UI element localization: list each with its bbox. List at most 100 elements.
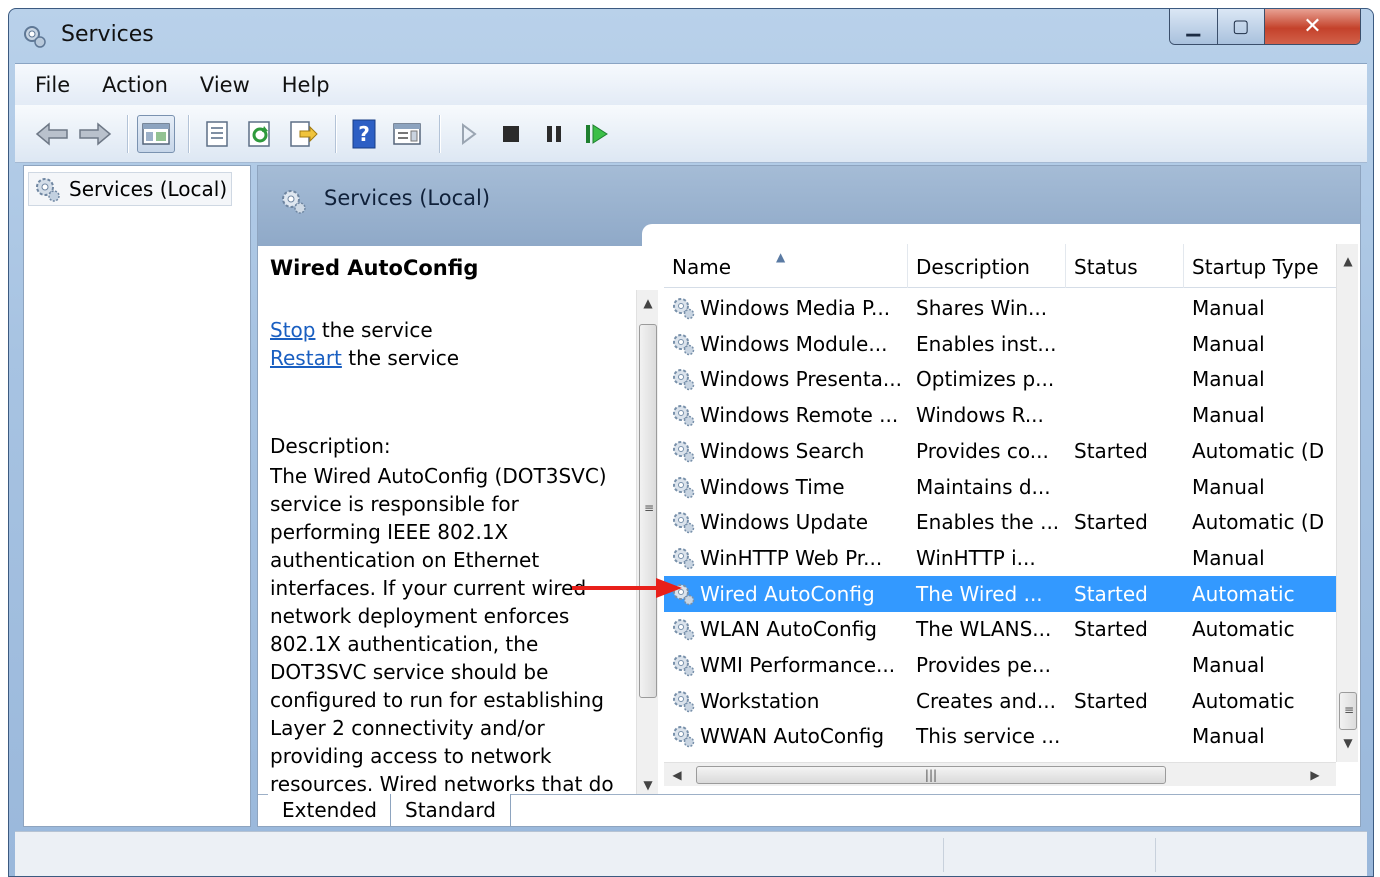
tab-standard[interactable]: Standard xyxy=(390,794,511,826)
service-name: WMI Performance... xyxy=(700,653,896,677)
gear-icon xyxy=(673,690,695,712)
table-row[interactable]: Windows Update Enables the ... Started Auto… xyxy=(664,504,1336,540)
gear-icon xyxy=(673,369,695,391)
restart-action-line: Restart the service xyxy=(270,346,459,370)
minimize-button[interactable]: ▁ xyxy=(1170,9,1218,44)
gear-icon xyxy=(282,190,306,214)
table-row[interactable]: WWAN AutoConfig This service ... Manual xyxy=(664,718,1336,754)
table-row[interactable]: Windows Media P... Shares Win... Manual xyxy=(664,290,1336,326)
cell-name: Windows Presenta... xyxy=(664,366,908,392)
cell-status: Started xyxy=(1074,438,1148,463)
column-header-name[interactable]: ▲ Name xyxy=(664,244,908,288)
minimize-icon: ▁ xyxy=(1186,16,1201,37)
menu-file[interactable]: File xyxy=(35,73,70,97)
export-list-button[interactable] xyxy=(284,115,322,153)
cell-status: Started xyxy=(1074,581,1148,606)
column-header-description[interactable]: Description xyxy=(908,244,1066,288)
results-pane: Services (Local) Wired AutoConfig Stop t… xyxy=(257,165,1361,827)
list-vertical-scrollbar[interactable]: ▲ ≡ ▼ xyxy=(1336,244,1358,762)
table-row[interactable]: WinHTTP Web Pr... WinHTTP i... Manual xyxy=(664,540,1336,576)
cell-description: Creates and... xyxy=(916,688,1056,713)
scroll-right-arrow-icon[interactable]: ▶ xyxy=(1304,764,1326,786)
refresh-icon xyxy=(248,120,270,147)
properties-icon xyxy=(206,120,228,147)
table-row[interactable]: Windows Remote ... Windows R... Manual xyxy=(664,397,1336,433)
stop-icon xyxy=(503,125,519,142)
table-row[interactable]: WMI Performance... Provides pe... Manual xyxy=(664,647,1336,683)
scroll-up-arrow-icon[interactable]: ▲ xyxy=(637,292,659,314)
stop-service-link[interactable]: Stop xyxy=(270,318,315,342)
properties-button[interactable] xyxy=(198,115,236,153)
restart-service-link[interactable]: Restart xyxy=(270,346,342,370)
services-list: ▲ Name Description Status Startup Type W… xyxy=(664,244,1336,762)
cell-description: This service ... xyxy=(916,724,1061,749)
gear-icon xyxy=(36,178,60,202)
status-bar-cell xyxy=(943,838,944,872)
scroll-up-arrow-icon[interactable]: ▲ xyxy=(1337,250,1359,272)
scrollbar-thumb[interactable]: ≡ xyxy=(639,324,657,698)
scrollbar-thumb[interactable]: ≡ xyxy=(1339,692,1357,730)
tab-extended[interactable]: Extended xyxy=(268,794,392,826)
restart-service-button[interactable] xyxy=(578,115,616,153)
list-horizontal-scrollbar[interactable]: ◀ ||| ▶ xyxy=(664,762,1336,786)
show-action-pane-button[interactable] xyxy=(388,115,426,153)
tree-item-label: Services (Local) xyxy=(69,177,228,201)
stop-action-line: Stop the service xyxy=(270,318,433,342)
help-button[interactable]: ? xyxy=(345,115,383,153)
pause-service-button[interactable] xyxy=(535,115,573,153)
gear-icon xyxy=(673,440,695,463)
maximize-button[interactable]: ▢ xyxy=(1217,9,1265,44)
table-row[interactable]: Windows Module... Enables inst... Manual xyxy=(664,326,1336,362)
scrollbar-thumb[interactable]: ||| xyxy=(696,766,1166,784)
toolbar-separator xyxy=(188,114,190,153)
scroll-down-arrow-icon[interactable]: ▼ xyxy=(1337,732,1359,754)
table-row[interactable]: Workstation Creates and... Started Automati… xyxy=(664,683,1336,719)
back-button[interactable] xyxy=(33,115,71,153)
gear-icon xyxy=(673,298,695,320)
cell-startup-type: Manual xyxy=(1192,403,1265,428)
service-details-panel: Wired AutoConfig Stop the service Restar… xyxy=(270,254,630,798)
close-icon: ✕ xyxy=(1303,14,1322,39)
column-header-status[interactable]: Status xyxy=(1066,244,1184,288)
show-hide-console-tree-button[interactable] xyxy=(137,114,175,153)
table-row[interactable]: Windows Time Maintains d... Manual xyxy=(664,469,1336,505)
toolbar-separator xyxy=(439,114,441,153)
cell-startup-type: Automatic (D xyxy=(1192,510,1325,535)
cell-description: Provides co... xyxy=(916,438,1049,463)
table-row[interactable]: Windows Presenta... Optimizes p... Manual xyxy=(664,361,1336,397)
svg-text:?: ? xyxy=(358,122,370,146)
cell-description: The Wired ... xyxy=(916,581,1043,606)
grip-icon: ≡ xyxy=(1343,703,1355,717)
table-row[interactable]: Wired AutoConfig The Wired ... Started Auto… xyxy=(664,575,1336,612)
cell-description: Provides pe... xyxy=(916,653,1051,677)
refresh-button[interactable] xyxy=(241,115,279,153)
cell-name: WMI Performance... xyxy=(664,652,908,678)
column-header-startup-type[interactable]: Startup Type xyxy=(1184,244,1336,288)
title-bar[interactable]: Services ▁ ▢ ✕ xyxy=(9,9,1373,63)
details-vertical-scrollbar[interactable]: ▲ ≡ ▼ xyxy=(636,290,658,798)
close-button[interactable]: ✕ xyxy=(1265,9,1360,44)
menu-help[interactable]: Help xyxy=(282,73,330,97)
gear-icon xyxy=(673,405,695,427)
service-name: WWAN AutoConfig xyxy=(700,724,885,749)
start-service-button[interactable] xyxy=(449,115,487,153)
cell-startup-type: Automatic xyxy=(1192,581,1295,606)
help-icon: ? xyxy=(352,119,376,148)
menu-view[interactable]: View xyxy=(200,73,250,97)
menu-action[interactable]: Action xyxy=(102,73,168,97)
column-header-label: Description xyxy=(916,255,1030,279)
forward-button[interactable] xyxy=(76,115,114,153)
table-row[interactable]: Windows Search Provides co... Started Autom… xyxy=(664,433,1336,469)
scroll-down-arrow-icon[interactable]: ▼ xyxy=(637,774,659,796)
stop-service-button[interactable] xyxy=(492,115,530,153)
caption-buttons: ▁ ▢ ✕ xyxy=(1169,9,1361,45)
cell-status: Started xyxy=(1074,688,1148,713)
table-row[interactable]: WLAN AutoConfig The WLANS... Started Automa… xyxy=(664,611,1336,647)
gear-icon xyxy=(673,726,695,748)
description-label: Description: xyxy=(270,434,391,458)
column-header-label: Status xyxy=(1074,255,1138,279)
scroll-left-arrow-icon[interactable]: ◀ xyxy=(666,764,688,786)
gear-icon xyxy=(673,512,695,534)
tree-item-services-local[interactable]: Services (Local) xyxy=(28,172,232,206)
cell-name: WinHTTP Web Pr... xyxy=(664,545,908,571)
